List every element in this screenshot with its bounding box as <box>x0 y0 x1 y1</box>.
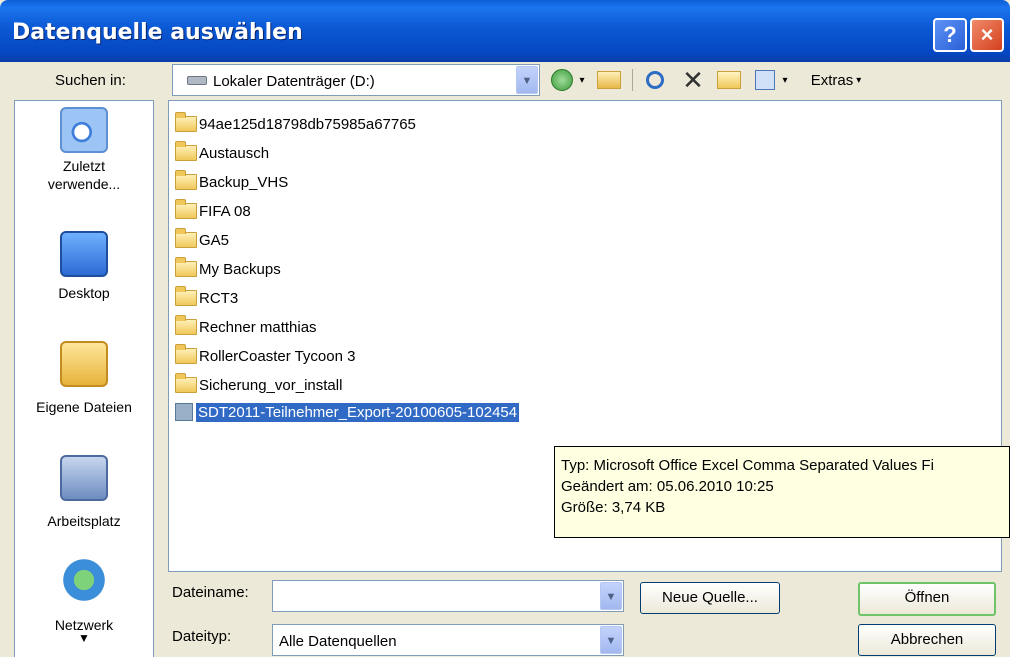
close-button[interactable]: × <box>970 18 1004 52</box>
extras-label: Extras <box>810 71 854 89</box>
chevron-down-icon[interactable]: ▼ <box>516 66 538 94</box>
my-computer-icon <box>60 455 108 501</box>
back-history-dropdown[interactable]: ▾ <box>576 66 588 94</box>
folder-icon <box>175 315 197 335</box>
folder-icon <box>175 112 197 132</box>
tooltip-modified: Geändert am: 05.06.2010 10:25 <box>561 478 774 495</box>
chevron-down-icon[interactable]: ▼ <box>600 582 622 610</box>
dropdown-arrow-icon: ▾ <box>782 74 788 86</box>
views-dropdown[interactable]: ▾ <box>779 66 791 94</box>
places-bar: Zuletzt verwende... Desktop Eigene Datei… <box>14 100 154 657</box>
title-bar[interactable]: Datenquelle auswählen ? × <box>0 0 1010 62</box>
list-item[interactable]: RollerCoaster Tycoon 3 <box>175 343 355 369</box>
up-folder-button[interactable] <box>594 66 624 94</box>
folder-icon <box>175 286 197 306</box>
chevron-down-icon[interactable]: ▼ <box>600 626 622 654</box>
delete-button[interactable]: ✕ <box>678 64 708 95</box>
folder-icon <box>175 344 197 364</box>
cancel-button[interactable]: Abbrechen <box>858 624 996 656</box>
csv-file-icon <box>175 403 193 421</box>
recent-documents-icon <box>60 107 108 153</box>
list-item[interactable]: Backup_VHS <box>175 169 288 195</box>
my-documents-icon <box>60 341 108 387</box>
folder-icon <box>175 257 197 277</box>
folder-icon <box>175 199 197 219</box>
window-title: Datenquelle auswählen <box>12 20 303 45</box>
desktop-icon <box>60 231 108 277</box>
place-label: Arbeitsplatz <box>47 513 121 529</box>
list-item[interactable]: GA5 <box>175 227 229 253</box>
delete-icon: ✕ <box>682 64 704 95</box>
place-recent[interactable]: Zuletzt verwende... <box>15 107 153 193</box>
place-label: Eigene Dateien <box>36 399 132 415</box>
lookin-value: Lokaler Datenträger (D:) <box>213 73 375 90</box>
extras-menu[interactable]: Extras ▾ <box>794 66 878 94</box>
views-button[interactable] <box>752 66 778 94</box>
filetype-label: Dateityp: <box>172 628 232 645</box>
lookin-label: Suchen in: <box>55 72 126 89</box>
network-icon <box>60 557 108 603</box>
list-item-selected[interactable]: SDT2011-Teilnehmer_Export-20100605-10245… <box>175 399 520 425</box>
list-item[interactable]: Austausch <box>175 140 269 166</box>
tooltip-type: Typ: Microsoft Office Excel Comma Separa… <box>561 457 934 474</box>
new-folder-icon <box>717 71 741 89</box>
place-network[interactable]: Netzwerk <box>15 557 153 633</box>
toolbar-separator <box>630 66 634 94</box>
folder-icon <box>175 141 197 161</box>
up-folder-icon <box>597 71 621 89</box>
open-button[interactable]: Öffnen <box>858 582 996 616</box>
list-item[interactable]: Rechner matthias <box>175 314 317 340</box>
filetype-value: Alle Datenquellen <box>279 633 397 650</box>
folder-icon <box>175 228 197 248</box>
back-icon <box>551 69 573 91</box>
list-item[interactable]: FIFA 08 <box>175 198 251 224</box>
help-button[interactable]: ? <box>933 18 967 52</box>
views-icon <box>755 70 775 90</box>
search-icon <box>646 71 664 89</box>
tooltip-size: Größe: 3,74 KB <box>561 499 666 516</box>
search-web-button[interactable] <box>640 66 670 94</box>
lookin-combobox[interactable]: Lokaler Datenträger (D:) ▼ <box>172 64 540 96</box>
filetype-select[interactable]: Alle Datenquellen ▼ <box>272 624 624 656</box>
new-folder-button[interactable] <box>714 66 744 94</box>
file-info-tooltip: Typ: Microsoft Office Excel Comma Separa… <box>554 446 1010 538</box>
list-item[interactable]: My Backups <box>175 256 281 282</box>
back-button[interactable] <box>548 66 576 94</box>
place-label: Desktop <box>58 285 110 301</box>
place-my-computer[interactable]: Arbeitsplatz <box>15 455 153 529</box>
place-desktop[interactable]: Desktop <box>15 231 153 301</box>
folder-icon <box>175 373 197 393</box>
dropdown-arrow-icon: ▾ <box>856 74 862 86</box>
folder-icon <box>175 170 197 190</box>
filename-label: Dateiname: <box>172 584 249 601</box>
drive-icon <box>187 76 207 85</box>
new-source-button[interactable]: Neue Quelle... <box>640 582 780 614</box>
list-item[interactable]: 94ae125d18798db75985a67765 <box>175 111 416 137</box>
dropdown-arrow-icon: ▾ <box>579 74 585 86</box>
filename-input[interactable]: ▼ <box>272 580 624 612</box>
list-item[interactable]: Sicherung_vor_install <box>175 372 342 398</box>
place-label: Zuletzt verwende... <box>47 158 121 192</box>
list-item[interactable]: RCT3 <box>175 285 238 311</box>
place-my-documents[interactable]: Eigene Dateien <box>15 341 153 415</box>
places-scroll-down-icon[interactable]: ▼ <box>15 631 153 645</box>
